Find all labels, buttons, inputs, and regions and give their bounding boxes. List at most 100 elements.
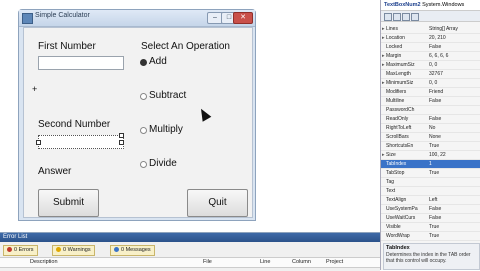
property-value[interactable]: Left bbox=[429, 196, 480, 204]
property-value[interactable]: 0, 0 bbox=[429, 79, 480, 87]
property-name: MaximumSiz bbox=[386, 62, 415, 68]
property-value[interactable]: True bbox=[429, 223, 480, 231]
col-line[interactable]: Line bbox=[260, 258, 270, 267]
expand-arrow-icon[interactable]: ▸ bbox=[382, 34, 385, 42]
property-row[interactable]: MaxLength 32767 bbox=[381, 70, 480, 79]
operation-label: Select An Operation bbox=[141, 41, 230, 52]
col-file[interactable]: File bbox=[203, 258, 212, 267]
categorized-icon[interactable] bbox=[384, 13, 392, 21]
property-value[interactable]: 0, 0 bbox=[429, 61, 480, 69]
form-titlebar[interactable]: Simple Calculator – □ ✕ bbox=[19, 10, 255, 27]
property-value[interactable]: False bbox=[429, 115, 480, 123]
warnings-filter-button[interactable]: 0 Warnings bbox=[52, 245, 95, 256]
property-value[interactable]: String[] Array bbox=[429, 25, 480, 33]
warnings-count-label: 0 Warnings bbox=[63, 247, 91, 253]
close-button[interactable]: ✕ bbox=[233, 12, 253, 24]
property-value[interactable]: False bbox=[429, 97, 480, 105]
resize-handle-left[interactable] bbox=[36, 140, 41, 145]
form-title: Simple Calculator bbox=[35, 12, 90, 19]
property-value[interactable]: 32767 bbox=[429, 70, 480, 78]
property-value[interactable]: False bbox=[429, 43, 480, 51]
property-row[interactable]: TabStop True bbox=[381, 169, 480, 178]
col-project[interactable]: Project bbox=[326, 258, 343, 267]
expand-arrow-icon[interactable]: ▸ bbox=[382, 25, 385, 33]
property-row[interactable]: ▸ Margin 6, 6, 6, 6 bbox=[381, 52, 480, 61]
property-value[interactable]: False bbox=[429, 214, 480, 222]
alphabetical-icon[interactable] bbox=[393, 13, 401, 21]
property-row[interactable]: RightToLeft No bbox=[381, 124, 480, 133]
form-window[interactable]: Simple Calculator – □ ✕ First Number + S… bbox=[18, 9, 256, 221]
property-name: ScrollBars bbox=[386, 134, 409, 140]
col-column[interactable]: Column bbox=[292, 258, 311, 267]
properties-panel[interactable]: TextBoxNum2 System.Windows ▸ Lines String[… bbox=[380, 0, 480, 270]
property-row[interactable]: TabIndex 1 bbox=[381, 160, 480, 169]
answer-label: Answer bbox=[38, 166, 72, 177]
quit-button[interactable]: Quit bbox=[187, 189, 248, 217]
property-row[interactable]: UseWaitCurs False bbox=[381, 214, 480, 223]
radio-divide-dot[interactable] bbox=[140, 161, 147, 168]
events-icon[interactable] bbox=[411, 13, 419, 21]
designer-surface[interactable]: Simple Calculator – □ ✕ First Number + S… bbox=[0, 0, 380, 232]
property-value[interactable]: True bbox=[429, 142, 480, 150]
radio-divide-label: Divide bbox=[149, 158, 177, 169]
property-row[interactable]: ▸ Lines String[] Array bbox=[381, 25, 480, 34]
error-list-titlebar[interactable]: Error List bbox=[0, 233, 380, 242]
property-value[interactable]: True bbox=[429, 232, 480, 240]
property-value[interactable]: 20, 210 bbox=[429, 34, 480, 42]
property-value[interactable]: False bbox=[429, 205, 480, 213]
property-row[interactable]: ▸ MinimumSiz 0, 0 bbox=[381, 79, 480, 88]
property-name: Visible bbox=[386, 224, 401, 230]
property-value[interactable]: True bbox=[429, 169, 480, 177]
radio-add-dot[interactable] bbox=[140, 59, 147, 66]
property-row[interactable]: Visible True bbox=[381, 223, 480, 232]
property-value[interactable]: 100, 22 bbox=[429, 151, 480, 159]
property-row[interactable]: ▸ Size 100, 22 bbox=[381, 151, 480, 160]
property-row[interactable]: ScrollBars None bbox=[381, 133, 480, 142]
property-value[interactable]: 6, 6, 6, 6 bbox=[429, 52, 480, 60]
property-row[interactable]: WordWrap True bbox=[381, 232, 480, 241]
col-description[interactable]: Description bbox=[30, 258, 58, 267]
messages-filter-button[interactable]: 0 Messages bbox=[110, 245, 155, 256]
property-row[interactable]: Tag bbox=[381, 178, 480, 187]
form-client-area[interactable]: First Number + Second Number Answer Sele… bbox=[23, 27, 253, 218]
property-name: UseWaitCurs bbox=[386, 215, 416, 221]
expand-arrow-icon[interactable]: ▸ bbox=[382, 79, 385, 87]
property-row[interactable]: PasswordCh bbox=[381, 106, 480, 115]
property-value[interactable]: 1 bbox=[429, 160, 480, 168]
second-number-label: Second Number bbox=[38, 119, 111, 130]
property-row[interactable]: ReadOnly False bbox=[381, 115, 480, 124]
property-name: RightToLeft bbox=[386, 125, 412, 131]
property-row[interactable]: UseSystemPa False bbox=[381, 205, 480, 214]
expand-arrow-icon[interactable]: ▸ bbox=[382, 52, 385, 60]
error-list-panel[interactable]: Error List 0 Errors 0 Warnings 0 Message… bbox=[0, 232, 380, 271]
radio-multiply-dot[interactable] bbox=[140, 127, 147, 134]
property-name: TabStop bbox=[386, 170, 405, 176]
expand-arrow-icon[interactable]: ▸ bbox=[382, 61, 385, 69]
property-row[interactable]: ▸ Location 20, 210 bbox=[381, 34, 480, 43]
property-name: MinimumSiz bbox=[386, 80, 414, 86]
error-icon bbox=[7, 247, 12, 252]
property-value[interactable]: Friend bbox=[429, 88, 480, 96]
first-number-label: First Number bbox=[38, 41, 96, 52]
radio-subtract-dot[interactable] bbox=[140, 93, 147, 100]
stray-char: + bbox=[32, 84, 38, 94]
first-number-textbox[interactable] bbox=[38, 56, 124, 70]
property-row[interactable]: Text bbox=[381, 187, 480, 196]
property-value[interactable]: No bbox=[429, 124, 480, 132]
properties-icon[interactable] bbox=[402, 13, 410, 21]
radio-add-label: Add bbox=[149, 56, 167, 67]
property-row[interactable]: ShortcutsEn True bbox=[381, 142, 480, 151]
expand-arrow-icon[interactable]: ▸ bbox=[382, 151, 385, 159]
properties-object-selector[interactable]: TextBoxNum2 System.Windows bbox=[381, 0, 480, 11]
property-row[interactable]: TextAlign Left bbox=[381, 196, 480, 205]
resize-handle-top-right[interactable] bbox=[119, 133, 124, 138]
errors-filter-button[interactable]: 0 Errors bbox=[3, 245, 38, 256]
property-row[interactable]: Modifiers Friend bbox=[381, 88, 480, 97]
property-row[interactable]: Locked False bbox=[381, 43, 480, 52]
property-row[interactable]: ▸ MaximumSiz 0, 0 bbox=[381, 61, 480, 70]
property-row[interactable]: Multiline False bbox=[381, 97, 480, 106]
resize-handle-right[interactable] bbox=[119, 140, 124, 145]
second-number-textbox[interactable] bbox=[36, 133, 124, 149]
submit-button[interactable]: Submit bbox=[38, 189, 99, 217]
property-value[interactable]: None bbox=[429, 133, 480, 141]
